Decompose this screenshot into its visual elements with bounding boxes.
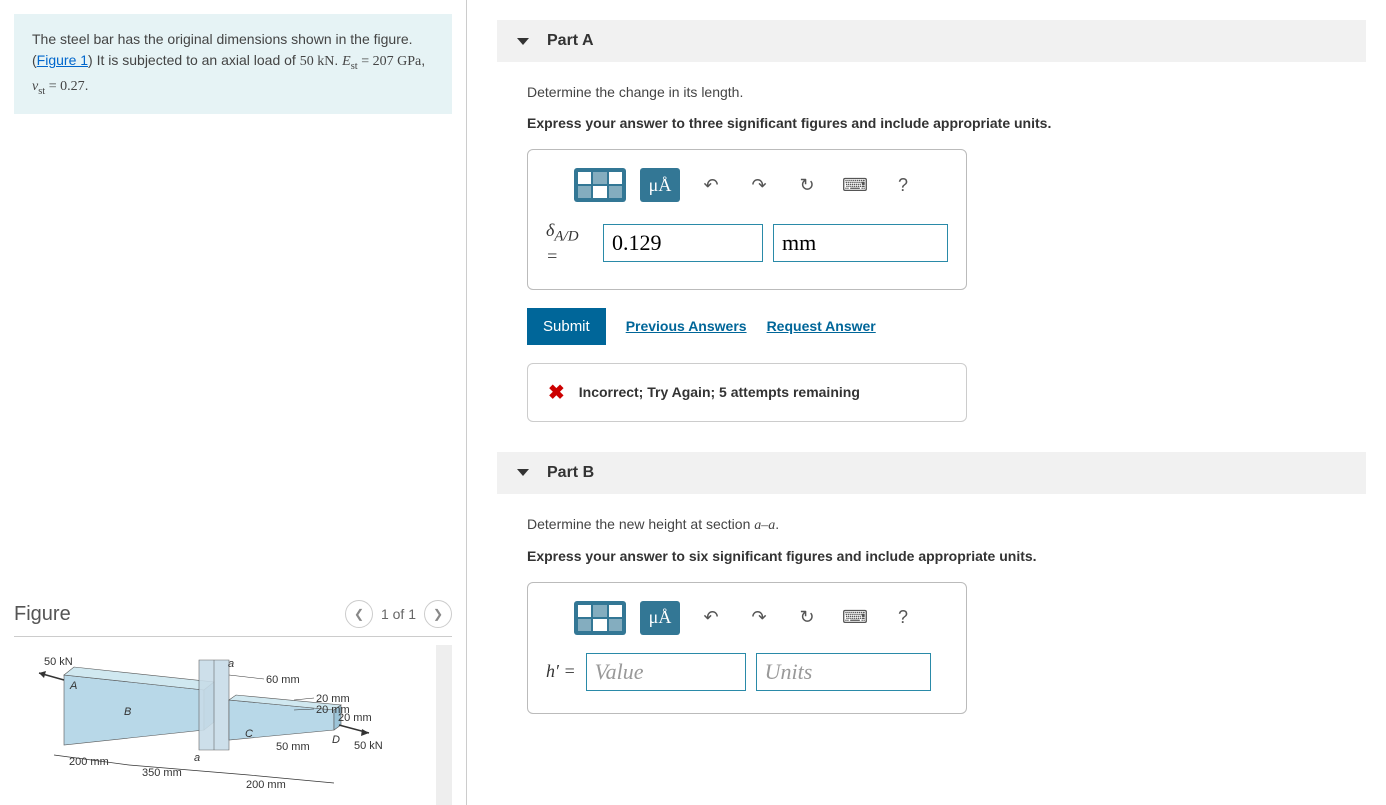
part-b-title: Part B — [547, 464, 594, 482]
special-chars-button[interactable]: μÅ — [640, 601, 680, 635]
special-chars-button[interactable]: μÅ — [640, 168, 680, 202]
svg-text:a: a — [228, 658, 234, 670]
part-a-body: Determine the change in its length. Expr… — [497, 62, 1366, 432]
templates-icon[interactable] — [574, 601, 626, 635]
problem-statement: The steel bar has the original dimension… — [14, 14, 452, 114]
left-panel: The steel bar has the original dimension… — [0, 0, 467, 805]
undo-icon[interactable]: ↶ — [694, 603, 728, 633]
templates-icon[interactable] — [574, 168, 626, 202]
part-a-value-input[interactable] — [603, 224, 763, 262]
scroll-up-icon[interactable]: ▲ — [436, 645, 452, 659]
part-b-prompt: Determine the new height at section a–a. — [527, 514, 1366, 536]
svg-text:200 mm: 200 mm — [246, 779, 286, 791]
part-b-instruction: Express your answer to six significant f… — [527, 546, 1366, 567]
svg-text:200 mm: 200 mm — [69, 756, 109, 768]
part-a-instruction: Express your answer to three significant… — [527, 113, 1366, 134]
svg-text:D: D — [332, 734, 340, 746]
E-value: 207 GPa — [373, 54, 422, 69]
collapse-icon — [517, 38, 529, 45]
part-a-answer-box: μÅ ↶ ↷ ↻ ⌨ ? δA/D = — [527, 149, 967, 290]
force-right-label: 50 kN — [354, 740, 383, 752]
undo-icon[interactable]: ↶ — [694, 170, 728, 200]
svg-text:C: C — [245, 728, 253, 740]
right-panel: Part A Determine the change in its lengt… — [467, 0, 1386, 805]
figure-heading: Figure — [14, 603, 71, 626]
reset-icon[interactable]: ↻ — [790, 170, 824, 200]
help-icon[interactable]: ? — [886, 603, 920, 633]
problem-text-2: ) It is subjected to an axial load of — [88, 52, 300, 68]
collapse-icon — [517, 469, 529, 476]
figure-image: ▲ ▼ — [14, 645, 452, 805]
part-a-submit-button[interactable]: Submit — [527, 308, 606, 345]
part-b-body: Determine the new height at section a–a.… — [497, 494, 1366, 724]
keyboard-icon[interactable]: ⌨ — [838, 603, 872, 633]
reset-icon[interactable]: ↻ — [790, 603, 824, 633]
request-answer-link[interactable]: Request Answer — [767, 318, 876, 334]
nu-value: 0.27 — [60, 79, 85, 94]
part-b-toolbar: μÅ ↶ ↷ ↻ ⌨ ? — [546, 601, 948, 635]
part-b-value-input[interactable] — [586, 653, 746, 691]
figure-nav-label: 1 of 1 — [381, 606, 416, 622]
part-a-units-input[interactable] — [773, 224, 948, 262]
feedback-text: Incorrect; Try Again; 5 attempts remaini… — [579, 384, 860, 400]
part-a-header[interactable]: Part A — [497, 20, 1366, 62]
help-icon[interactable]: ? — [886, 170, 920, 200]
part-a-toolbar: μÅ ↶ ↷ ↻ ⌨ ? — [546, 168, 948, 202]
part-b-units-input[interactable] — [756, 653, 931, 691]
part-a-prompt: Determine the change in its length. — [527, 82, 1366, 103]
load-value: 50 kN — [300, 54, 335, 69]
figure-prev-button[interactable]: ❮ — [345, 600, 373, 628]
svg-text:a: a — [194, 752, 200, 764]
figure-link[interactable]: Figure 1 — [37, 52, 88, 68]
redo-icon[interactable]: ↷ — [742, 170, 776, 200]
keyboard-icon[interactable]: ⌨ — [838, 170, 872, 200]
previous-answers-link[interactable]: Previous Answers — [626, 318, 747, 334]
svg-text:60 mm: 60 mm — [266, 674, 300, 686]
figure-section: Figure ❮ 1 of 1 ❯ ▲ ▼ — [14, 600, 452, 805]
svg-text:A: A — [69, 680, 77, 692]
part-b-var-label: h′ = — [546, 661, 576, 682]
part-b-answer-box: μÅ ↶ ↷ ↻ ⌨ ? h′ = — [527, 582, 967, 714]
part-a-title: Part A — [547, 32, 594, 50]
force-left-label: 50 kN — [44, 656, 73, 668]
figure-next-button[interactable]: ❯ — [424, 600, 452, 628]
scroll-down-icon[interactable]: ▼ — [436, 791, 452, 805]
redo-icon[interactable]: ↷ — [742, 603, 776, 633]
part-a-var-label: δA/D = — [546, 220, 593, 267]
svg-text:B: B — [124, 706, 131, 718]
svg-text:20 mm: 20 mm — [338, 712, 372, 724]
svg-text:350 mm: 350 mm — [142, 767, 182, 779]
part-b-header[interactable]: Part B — [497, 452, 1366, 494]
E-var: E — [342, 54, 351, 69]
incorrect-icon: ✖ — [548, 380, 565, 405]
part-a-feedback: ✖ Incorrect; Try Again; 5 attempts remai… — [527, 363, 967, 422]
svg-text:50 mm: 50 mm — [276, 741, 310, 753]
